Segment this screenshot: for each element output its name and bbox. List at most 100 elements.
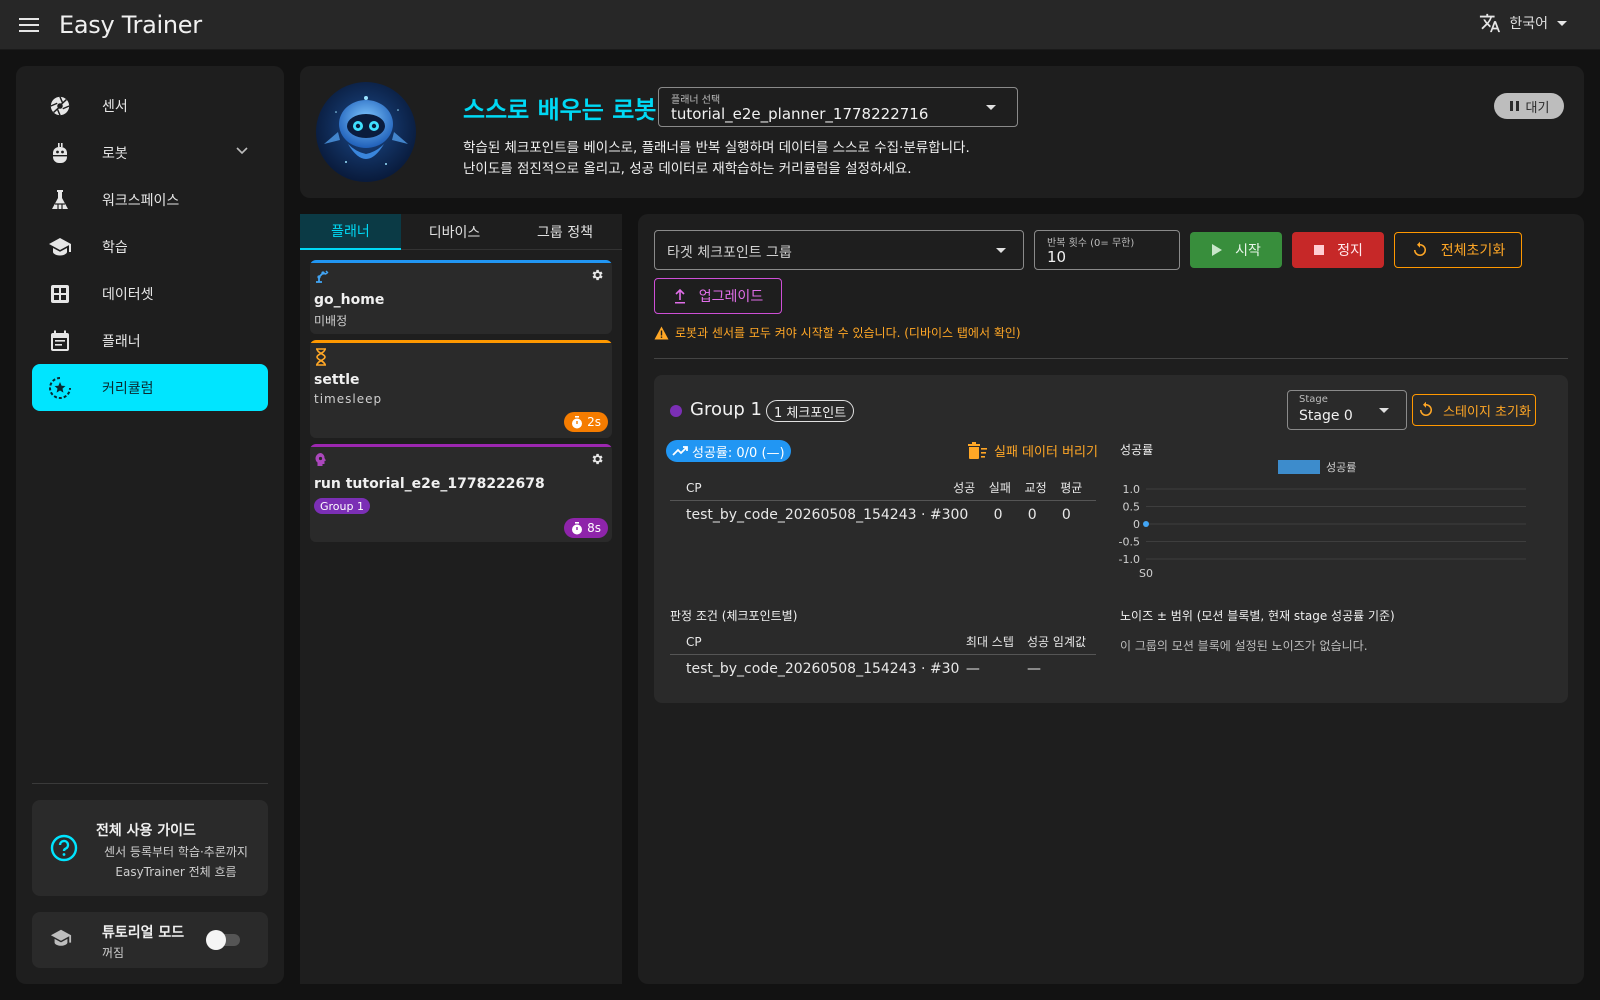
stop-button[interactable]: 정지 xyxy=(1292,232,1384,268)
y-tick-label: 0.5 xyxy=(1123,501,1141,514)
guide-desc-line: EasyTrainer 전체 흐름 xyxy=(115,865,237,879)
planner-select[interactable]: 플래너 선택 tutorial_e2e_planner_1778222716 xyxy=(658,87,1018,127)
sidebar-item-planner[interactable]: 플래너 xyxy=(32,317,268,364)
duration-badge: 8s xyxy=(564,518,608,538)
y-tick-label: -0.5 xyxy=(1119,536,1140,549)
robot-arm-icon xyxy=(314,268,330,284)
start-button[interactable]: 시작 xyxy=(1190,232,1282,268)
app-title: Easy Trainer xyxy=(59,10,202,39)
graduation-cap-icon xyxy=(48,235,72,259)
translate-icon xyxy=(1479,12,1501,34)
language-selector[interactable]: 한국어 xyxy=(1479,12,1568,34)
table-header-cell: 실패 xyxy=(988,481,1011,495)
timer-icon xyxy=(571,415,583,429)
table-header-cell: 성공 xyxy=(953,481,976,495)
description-line: 난이도를 점진적으로 올리고, 성공 데이터로 재학습하는 커리큘럼을 설정하세… xyxy=(463,161,912,177)
sidebar-item-curriculum[interactable]: 커리큘럼 xyxy=(32,364,268,411)
table-cell: 0 xyxy=(1027,507,1037,523)
play-icon xyxy=(1211,243,1223,257)
stage-select[interactable]: Stage Stage 0 xyxy=(1287,390,1407,430)
group-name: Group 1 xyxy=(690,399,762,420)
guide-title: 전체 사용 가이드 xyxy=(96,823,196,839)
help-circle-icon xyxy=(50,834,78,862)
sidebar-item-label: 로봇 xyxy=(102,145,128,162)
reset-all-label: 전체초기화 xyxy=(1440,243,1506,259)
sidebar-item-dataset[interactable]: 데이터셋 xyxy=(32,270,268,317)
data-point xyxy=(1143,521,1149,527)
tutorial-mode-title: 튜토리얼 모드 xyxy=(102,925,185,941)
graduation-cap-icon xyxy=(50,928,72,948)
table-cell: test_by_code_20260508_154243 · #30 xyxy=(686,661,960,677)
discard-label: 실패 데이터 버리기 xyxy=(994,445,1098,460)
planner-block-card[interactable]: settle timesleep 2s xyxy=(310,340,612,438)
y-tick-label: -1.0 xyxy=(1119,553,1140,566)
stage-reset-button[interactable]: 스테이지 초기화 xyxy=(1412,394,1536,426)
language-label: 한국어 xyxy=(1509,16,1548,32)
noise-empty-message: 이 그룹의 모션 블록에 설정된 노이즈가 없습니다. xyxy=(1120,639,1368,653)
robot-avatar xyxy=(316,82,416,182)
table-row: test_by_code_20260508_154243 · #30 0 0 0… xyxy=(670,501,1096,529)
stage-reset-label: 스테이지 초기화 xyxy=(1443,404,1531,420)
curriculum-icon xyxy=(48,376,72,400)
chart-title: 성공률 xyxy=(1120,443,1154,457)
discard-failed-data-button[interactable]: 실패 데이터 버리기 xyxy=(966,441,1098,460)
tab-device[interactable]: 디바이스 xyxy=(401,214,508,250)
status-badge-label: 대기 xyxy=(1525,100,1550,116)
guide-description: 센서 등록부터 학습·추론까지 EasyTrainer 전체 흐름 xyxy=(88,842,264,882)
noise-range-title: 노이즈 ± 범위 (모션 블록별, 현재 stage 성공률 기준) xyxy=(1120,609,1395,623)
sidebar-item-training[interactable]: 학습 xyxy=(32,223,268,270)
sidebar: 센서 로봇 워크스페이스 학습 데이터셋 플래너 커리큘럼 전체 사용 가이드 … xyxy=(16,66,284,984)
tutorial-mode-toggle[interactable] xyxy=(206,930,240,950)
repeat-count-field[interactable]: 반복 횟수 (0= 무한) xyxy=(1034,230,1180,270)
block-name: go_home xyxy=(314,292,385,308)
warning-text: 로봇과 센서를 모두 켜야 시작할 수 있습니다. (디바이스 탭에서 확인) xyxy=(675,326,1021,340)
chevron-down-icon[interactable] xyxy=(234,142,250,158)
tab-planner[interactable]: 플래너 xyxy=(300,214,401,250)
table-header-cell: 교정 xyxy=(1024,481,1047,495)
upload-icon xyxy=(673,288,687,304)
planner-block-card[interactable]: run tutorial_e2e_1778222678 Group 1 8s xyxy=(310,444,612,542)
success-rate-label: 성공률: 0/0 (—) xyxy=(692,445,785,461)
sidebar-item-sensor[interactable]: 센서 xyxy=(32,82,268,129)
planner-block-card[interactable]: go_home 미배정 xyxy=(310,260,612,334)
repeat-count-input[interactable] xyxy=(1047,248,1167,266)
curriculum-header: 스스로 배우는 로봇 플래너 선택 tutorial_e2e_planner_1… xyxy=(300,66,1584,198)
planner-panel: 플래너 디바이스 그룹 정책 go_home 미배정 settle timesl… xyxy=(300,214,622,984)
tab-group-policy[interactable]: 그룹 정책 xyxy=(508,214,622,250)
sidebar-item-label: 플래너 xyxy=(102,333,141,350)
sidebar-item-workspace[interactable]: 워크스페이스 xyxy=(32,176,268,223)
table-header-cell: 최대 스텝 xyxy=(965,635,1014,649)
table-header-cell: CP xyxy=(686,634,702,649)
tutorial-mode-status: 꺼짐 xyxy=(102,946,125,960)
description-line: 학습된 체크포인트를 베이스로, 플래너를 반복 실행하며 데이터를 스스로 수… xyxy=(463,140,970,156)
hourglass-icon xyxy=(314,348,328,366)
start-button-label: 시작 xyxy=(1235,243,1261,259)
gear-icon[interactable] xyxy=(590,268,604,282)
sidebar-item-label: 데이터셋 xyxy=(102,286,154,303)
table-cell: — xyxy=(965,661,980,677)
reset-all-button[interactable]: 전체초기화 xyxy=(1394,232,1522,268)
gear-icon[interactable] xyxy=(590,452,604,466)
target-checkpoint-group-select[interactable]: 타겟 체크포인트 그룹 xyxy=(654,230,1024,270)
section-divider xyxy=(654,358,1568,359)
duration-badge: 2s xyxy=(564,412,608,432)
planner-select-label: 플래너 선택 xyxy=(671,95,721,106)
warning-icon xyxy=(654,326,669,340)
page-title: 스스로 배우는 로봇 xyxy=(463,96,657,124)
sidebar-divider xyxy=(32,783,268,784)
brain-icon xyxy=(314,452,328,468)
user-guide-card[interactable]: 전체 사용 가이드 센서 등록부터 학습·추론까지 EasyTrainer 전체… xyxy=(32,800,268,896)
chevron-down-icon xyxy=(1556,17,1568,29)
success-rate-chart: 성공률 1.0 0.5 0 -0.5 -1.0 S0 xyxy=(1106,459,1536,589)
block-subtitle: 미배정 xyxy=(314,314,348,328)
warning-message: 로봇과 센서를 모두 켜야 시작할 수 있습니다. (디바이스 탭에서 확인) xyxy=(654,324,1021,341)
judge-criteria-table: CP 최대 스텝 성공 임계값 test_by_code_20260508_15… xyxy=(670,629,1096,683)
upgrade-button[interactable]: 업그레이드 xyxy=(654,278,782,314)
table-cell: — xyxy=(1027,661,1042,677)
table-cell: test_by_code_20260508_154243 · #30 xyxy=(686,507,960,523)
status-badge: 대기 xyxy=(1494,93,1564,119)
sidebar-item-robot[interactable]: 로봇 xyxy=(32,129,268,176)
upgrade-label: 업그레이드 xyxy=(698,289,764,305)
judge-criteria-title: 판정 조건 (체크포인트별) xyxy=(670,609,798,623)
hamburger-menu-icon[interactable] xyxy=(15,11,43,39)
